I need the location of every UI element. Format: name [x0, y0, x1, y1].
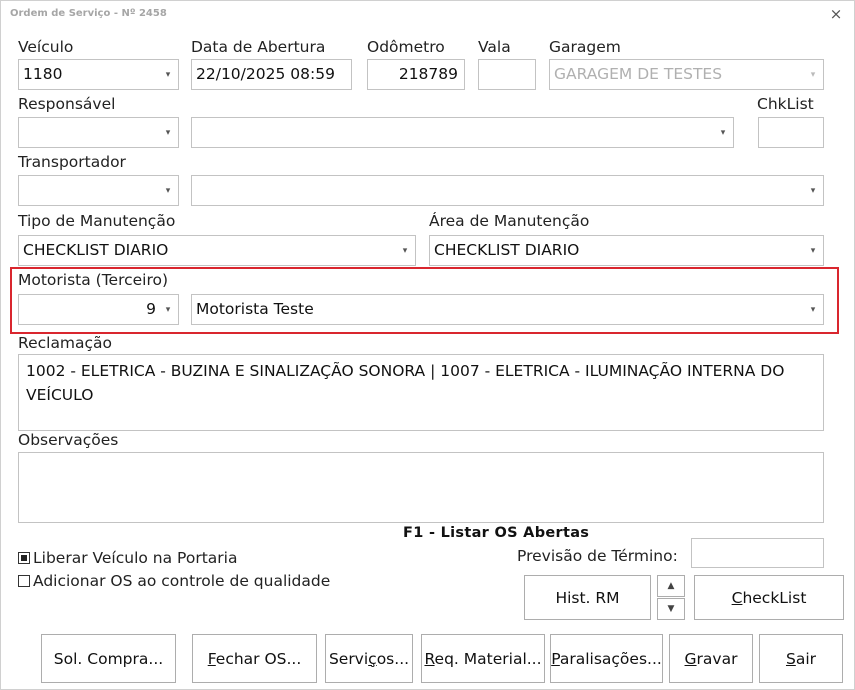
sol-compra-button[interactable]: Sol. Compra... [41, 634, 176, 683]
chevron-down-icon[interactable]: ▾ [808, 176, 818, 205]
req-material-button[interactable]: Req. Material... [421, 634, 545, 683]
chevron-up-icon[interactable]: ▲ [657, 575, 685, 597]
checklist-mnemonic: C [731, 588, 743, 607]
previsao-field[interactable] [691, 538, 824, 568]
observacoes-label: Observações [18, 431, 119, 449]
veiculo-label: Veículo [18, 38, 74, 56]
area-manutencao-value: CHECKLIST DIARIO [434, 241, 580, 259]
reclamacao-textarea[interactable]: 1002 - ELETRICA - BUZINA E SINALIZAÇÃO S… [18, 354, 824, 431]
odometro-field[interactable]: 218789 [367, 59, 465, 90]
data-abertura-label: Data de Abertura [191, 38, 326, 56]
req-material-label: eq. Material... [434, 649, 542, 668]
liberar-veiculo-checkbox[interactable]: Liberar Veículo na Portaria [18, 549, 237, 567]
chevron-down-icon[interactable]: ▾ [163, 176, 173, 205]
transportador-name-combo[interactable]: ▾ [191, 175, 824, 206]
responsavel-name-combo[interactable]: ▾ [191, 117, 734, 148]
window-title: Ordem de Serviço - Nº 2458 [10, 8, 167, 19]
vala-field[interactable] [478, 59, 536, 90]
chklist-label: ChkList [757, 95, 814, 113]
odometro-label: Odômetro [367, 38, 445, 56]
motorista-code-value: 9 [146, 300, 156, 318]
garagem-combo: GARAGEM DE TESTES ▾ [549, 59, 824, 90]
area-manutencao-combo[interactable]: CHECKLIST DIARIO ▾ [429, 235, 824, 266]
chevron-down-icon: ▾ [810, 70, 816, 80]
chevron-down-icon[interactable]: ▼ [657, 598, 685, 620]
gravar-mnemonic: G [684, 649, 697, 668]
vala-label: Vala [478, 38, 511, 56]
service-order-window: Ordem de Serviço - Nº 2458 × Veículo 118… [0, 0, 855, 690]
paralisacoes-mnemonic: P [551, 649, 560, 668]
servicos-label-pre: Servi [328, 649, 369, 668]
responsavel-code-combo[interactable]: ▾ [18, 117, 179, 148]
odometro-value: 218789 [398, 65, 458, 83]
servicos-button[interactable]: Serviços... [325, 634, 413, 683]
data-abertura-field[interactable]: 22/10/2025 08:59 [191, 59, 352, 90]
area-manutencao-label: Área de Manutenção [429, 212, 590, 230]
gravar-label: ravar [696, 649, 738, 668]
adicionar-qualidade-label: Adicionar OS ao controle de qualidade [33, 572, 331, 590]
tipo-manutencao-value: CHECKLIST DIARIO [23, 241, 169, 259]
responsavel-label: Responsável [18, 95, 116, 113]
req-material-mnemonic: R [424, 649, 435, 668]
fechar-os-mnemonic: F [207, 649, 216, 668]
chevron-down-icon[interactable]: ▾ [400, 236, 410, 265]
servicos-mnemonic: ç [368, 649, 377, 668]
tipo-manutencao-combo[interactable]: CHECKLIST DIARIO ▾ [18, 235, 416, 266]
motorista-code-combo[interactable]: 9 ▾ [18, 294, 179, 325]
garagem-label: Garagem [549, 38, 621, 56]
transportador-code-combo[interactable]: ▾ [18, 175, 179, 206]
chevron-down-icon[interactable]: ▾ [808, 295, 818, 324]
chevron-down-icon[interactable]: ▾ [718, 118, 728, 147]
veiculo-value: 1180 [23, 65, 63, 83]
gravar-button[interactable]: Gravar [669, 634, 753, 683]
chevron-down-icon[interactable]: ▾ [808, 236, 818, 265]
chevron-down-icon[interactable]: ▾ [163, 295, 173, 324]
veiculo-combo[interactable]: 1180 ▾ [18, 59, 179, 90]
checklist-label: heckList [742, 588, 807, 607]
data-abertura-value: 22/10/2025 08:59 [196, 65, 335, 83]
observacoes-textarea[interactable] [18, 452, 824, 523]
f1-hint: F1 - Listar OS Abertas [403, 525, 590, 541]
chevron-down-icon[interactable]: ▾ [163, 118, 173, 147]
adicionar-qualidade-checkbox[interactable]: Adicionar OS ao controle de qualidade [18, 572, 330, 590]
sair-button[interactable]: Sair [759, 634, 843, 683]
fechar-os-label: echar OS... [215, 649, 302, 668]
servicos-label-rest: os... [376, 649, 410, 668]
fechar-os-button[interactable]: Fechar OS... [192, 634, 317, 683]
motorista-name-value: Motorista Teste [196, 300, 314, 318]
motorista-name-combo[interactable]: Motorista Teste ▾ [191, 294, 824, 325]
checkbox-unchecked-icon[interactable] [18, 575, 30, 587]
sair-label: air [795, 649, 817, 668]
close-icon[interactable]: × [827, 5, 845, 23]
garagem-value: GARAGEM DE TESTES [554, 65, 723, 83]
checklist-button[interactable]: CheckList [694, 575, 844, 620]
chevron-down-icon[interactable]: ▾ [163, 60, 173, 89]
paralisacoes-label: aralisações... [559, 649, 662, 668]
previsao-label: Previsão de Término: [517, 547, 678, 565]
chklist-field[interactable] [758, 117, 824, 148]
tipo-manutencao-label: Tipo de Manutenção [18, 212, 176, 230]
reclamacao-label: Reclamação [18, 334, 113, 352]
transportador-label: Transportador [18, 153, 126, 171]
liberar-veiculo-label: Liberar Veículo na Portaria [33, 549, 238, 567]
hist-rm-button[interactable]: Hist. RM [524, 575, 651, 620]
checkbox-checked-icon[interactable] [18, 552, 30, 564]
paralisacoes-button[interactable]: Paralisações... [550, 634, 663, 683]
motorista-label: Motorista (Terceiro) [18, 271, 169, 289]
title-bar: Ordem de Serviço - Nº 2458 × [1, 1, 854, 29]
sair-mnemonic: S [785, 649, 796, 668]
